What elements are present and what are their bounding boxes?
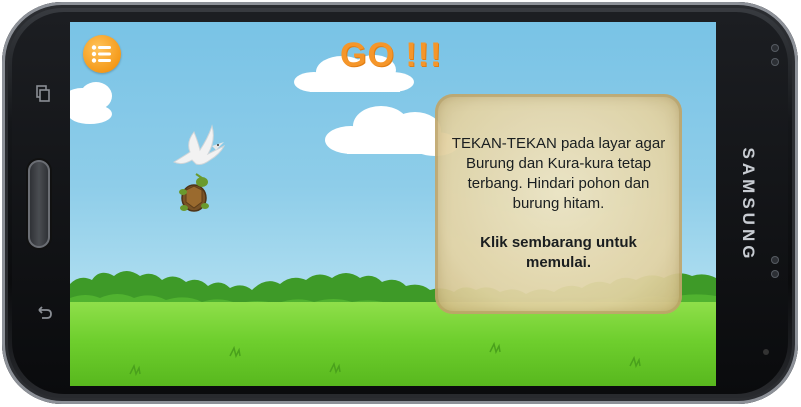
instruction-panel[interactable]: TEKAN-TEKAN pada layar agar Burung dan K… xyxy=(435,94,682,314)
sensor-dot xyxy=(771,270,779,278)
start-hint: Klik sembarang untuk memulai. xyxy=(480,234,637,271)
bird-and-turtle-character xyxy=(172,124,226,212)
sensor-dot xyxy=(771,256,779,264)
white-bird xyxy=(172,124,226,165)
cloud xyxy=(70,82,112,124)
game-screen[interactable]: GO !!! TEKAN-TEKAN pada layar agar Burun… xyxy=(70,22,716,386)
sensor-dot xyxy=(771,58,779,66)
grass-tufts xyxy=(129,341,641,377)
back-icon[interactable] xyxy=(36,306,54,324)
game-title: GO !!! xyxy=(340,36,443,74)
sensor-dot xyxy=(771,44,779,52)
instruction-text-block: TEKAN-TEKAN pada layar agar Burung dan K… xyxy=(447,134,670,292)
turtle xyxy=(179,173,209,212)
front-sensors xyxy=(770,44,780,94)
list-menu-icon xyxy=(91,45,111,63)
brand-logo: SAMSUNG xyxy=(739,147,758,263)
instructions-text: TEKAN-TEKAN pada layar agar Burung dan K… xyxy=(451,135,666,212)
microphone xyxy=(763,349,769,355)
menu-button[interactable] xyxy=(83,35,121,73)
home-button[interactable] xyxy=(28,160,50,248)
recent-apps-icon[interactable] xyxy=(36,85,50,103)
